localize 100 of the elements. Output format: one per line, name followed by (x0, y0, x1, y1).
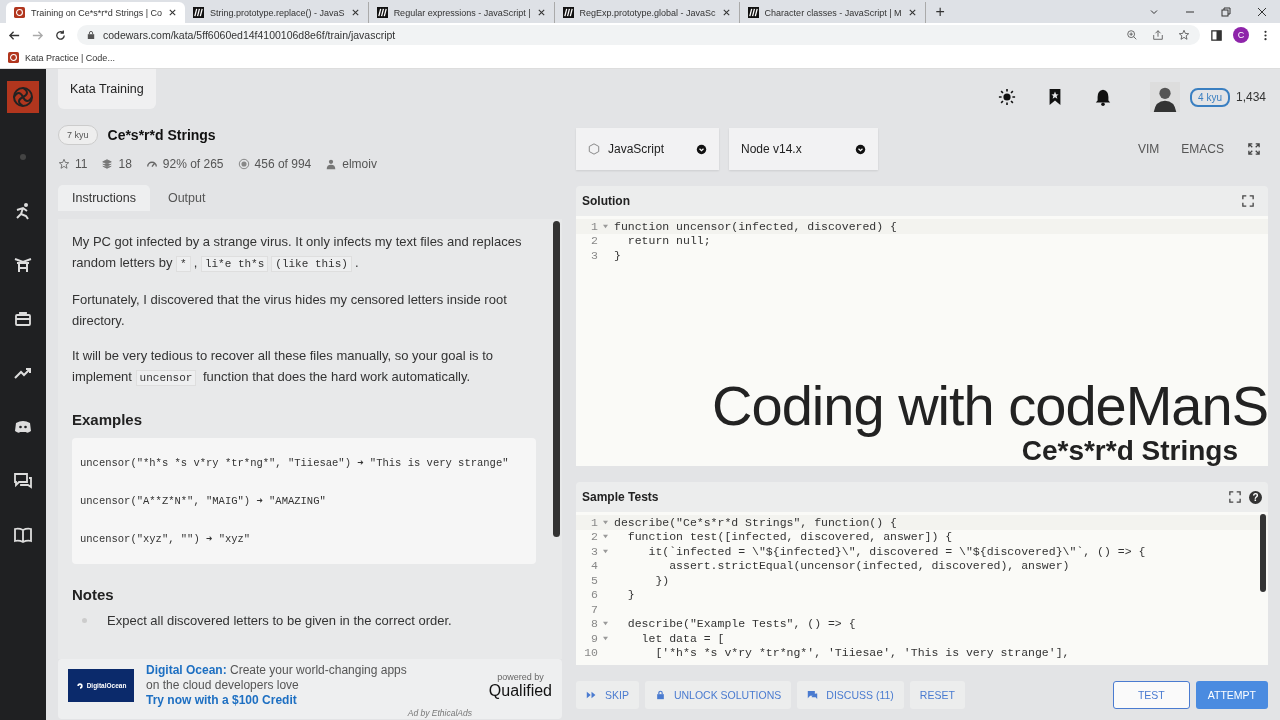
stat-value: 92% of 265 (162, 157, 224, 171)
action-button[interactable]: DISCUSS (11) (797, 681, 904, 709)
action-button[interactable]: RESET (909, 681, 965, 709)
paragraph: Fortunately, I discovered that the virus hides my censored letters inside root directory. (72, 291, 508, 330)
line-number: 4 (590, 559, 598, 573)
dojo-icon[interactable] (13, 255, 33, 275)
sidebar-icon[interactable] (1210, 28, 1223, 42)
zoom-icon[interactable] (1126, 29, 1138, 41)
logo-icon (562, 7, 574, 18)
reload-icon[interactable] (54, 28, 67, 42)
line-number: 3 (590, 544, 598, 558)
brand-logo: Qualified (488, 681, 552, 700)
stat-value: 18 (118, 157, 132, 171)
code-editor[interactable] (576, 512, 1268, 665)
line-number: 5 (590, 573, 598, 587)
honor-score: 1,434 (1235, 90, 1266, 104)
code-line: return null; (626, 234, 711, 248)
lock-icon[interactable] (87, 30, 95, 40)
fold-icon[interactable] (602, 534, 608, 540)
profile-avatar[interactable]: C (1233, 27, 1249, 43)
line-number: 1 (590, 515, 598, 529)
line-number: 8 (590, 617, 598, 631)
fold-icon[interactable] (602, 548, 608, 554)
help-button[interactable]: ? (1249, 490, 1262, 504)
star-icon[interactable] (1178, 29, 1190, 41)
browser-tab[interactable]: Training on Ce*s*r*d Strings | Co (6, 2, 186, 23)
bookmark[interactable]: Kata Practice | Code... (8, 52, 115, 63)
code-line: }) (654, 573, 670, 587)
logo-icon (747, 7, 759, 18)
close-icon[interactable] (1256, 6, 1268, 18)
language-dropdown[interactable]: JavaScript (576, 128, 719, 170)
expand-icon[interactable] (1248, 143, 1260, 155)
fold-icon[interactable] (602, 621, 608, 627)
bullet-icon (82, 618, 87, 623)
briefcase-icon[interactable] (13, 309, 33, 329)
chevron-down-icon (696, 143, 707, 155)
line-number: 9 (590, 631, 598, 645)
user-avatar[interactable] (1150, 82, 1181, 112)
action-button[interactable]: TEST (1112, 681, 1190, 709)
tab-title: Regular expressions - JavaScript | (393, 7, 531, 18)
logo-icon[interactable] (7, 81, 39, 113)
tab[interactable]: Output (153, 185, 220, 211)
action-button[interactable]: UNLOCK SOLUTIONS (644, 681, 792, 709)
tab-title: Character classes - JavaScript | M (764, 7, 902, 18)
tab[interactable]: Instructions (58, 185, 150, 211)
restore-icon[interactable] (1220, 6, 1232, 18)
caption-title: Coding with codeManS (712, 376, 1268, 436)
code-line: describe("Example Tests", () => { (626, 617, 856, 631)
tab-title: Training on Ce*s*r*d Strings | Co (31, 7, 163, 18)
version-dropdown[interactable]: Node v14.x (729, 128, 878, 170)
fast-forward-icon (586, 690, 597, 700)
code-line: describe("Ce*s*r*d Strings", function() { (613, 515, 897, 529)
new-tab-button[interactable]: + (935, 3, 945, 21)
code-editor[interactable]: 1 function uncensor(infected, discovered) { 2 return null; 3 } Coding with codeManS Ce*s*r*d Strings (576, 216, 1268, 466)
logo-icon (376, 7, 388, 18)
ad-link[interactable]: Try now with a $100 Credit (146, 693, 297, 707)
fold-icon[interactable] (602, 519, 608, 525)
close-icon[interactable] (168, 8, 178, 17)
close-icon[interactable] (907, 8, 917, 17)
ad-text: Digital Ocean: Create your world-changing apps on the cloud developers love Try now with a $100 Credit (146, 663, 408, 708)
line-number: 10 (583, 646, 598, 660)
line-number: 2 (590, 530, 598, 544)
stat-value: 11 (75, 157, 88, 171)
code-line: function uncensor(infected, discovered) { (613, 219, 897, 233)
book-icon[interactable] (13, 525, 33, 545)
rank-badge[interactable]: 4 kyu (1190, 87, 1230, 107)
chat-icon[interactable] (13, 471, 33, 491)
star-icon (58, 158, 70, 170)
stat-value: elmoiv (342, 157, 377, 171)
ad-attribution[interactable]: Ad by EthicalAds (407, 708, 472, 718)
scrollbar-thumb[interactable] (1260, 514, 1266, 592)
address-field[interactable]: codewars.com/kata/5ff6060ed14f4100106d8e6f/train/javascript (77, 25, 1200, 45)
target-icon (237, 158, 250, 170)
close-icon[interactable] (721, 8, 731, 17)
code-line: } (613, 248, 621, 262)
list-item: Expect all discovered letters to be given in the correct order. (107, 613, 452, 628)
line-number: 6 (590, 588, 598, 602)
action-button[interactable]: SKIP (576, 681, 639, 709)
close-icon[interactable] (536, 8, 546, 17)
line-number: 3 (590, 248, 598, 262)
fold-icon[interactable] (602, 635, 608, 641)
mode-button[interactable]: EMACS (1181, 142, 1224, 156)
code-line: } (626, 588, 635, 602)
person-icon (325, 158, 338, 170)
code-line: let data = [ (640, 631, 725, 645)
fold-icon[interactable] (602, 223, 608, 229)
code-line: uncensor("A**Z*N*", "MAIG") ➜ "AMAZING" (80, 494, 327, 509)
sun-icon[interactable] (998, 88, 1017, 106)
expand-icon[interactable] (1229, 491, 1241, 503)
expand-icon[interactable] (1242, 195, 1254, 207)
share-icon[interactable] (1152, 29, 1164, 41)
mode-button[interactable]: VIM (1137, 142, 1160, 156)
scrollbar-thumb[interactable] (553, 221, 560, 537)
paragraph: My PC got infected by a strange virus. It only infects my text files and replaces random letters by * , li*e th*s (like this) . (72, 233, 523, 274)
paragraph: It will be very tedious to recover all these files manually, so your goal is to implement uncensor function that does the hard work automatically. (72, 347, 494, 388)
tab-title: RegExp.prototype.global - JavaSc (579, 7, 716, 18)
close-icon[interactable] (350, 8, 360, 17)
powered-by-label: powered by (497, 671, 544, 682)
line-number: 1 (590, 219, 598, 233)
line-number: 2 (590, 234, 598, 248)
